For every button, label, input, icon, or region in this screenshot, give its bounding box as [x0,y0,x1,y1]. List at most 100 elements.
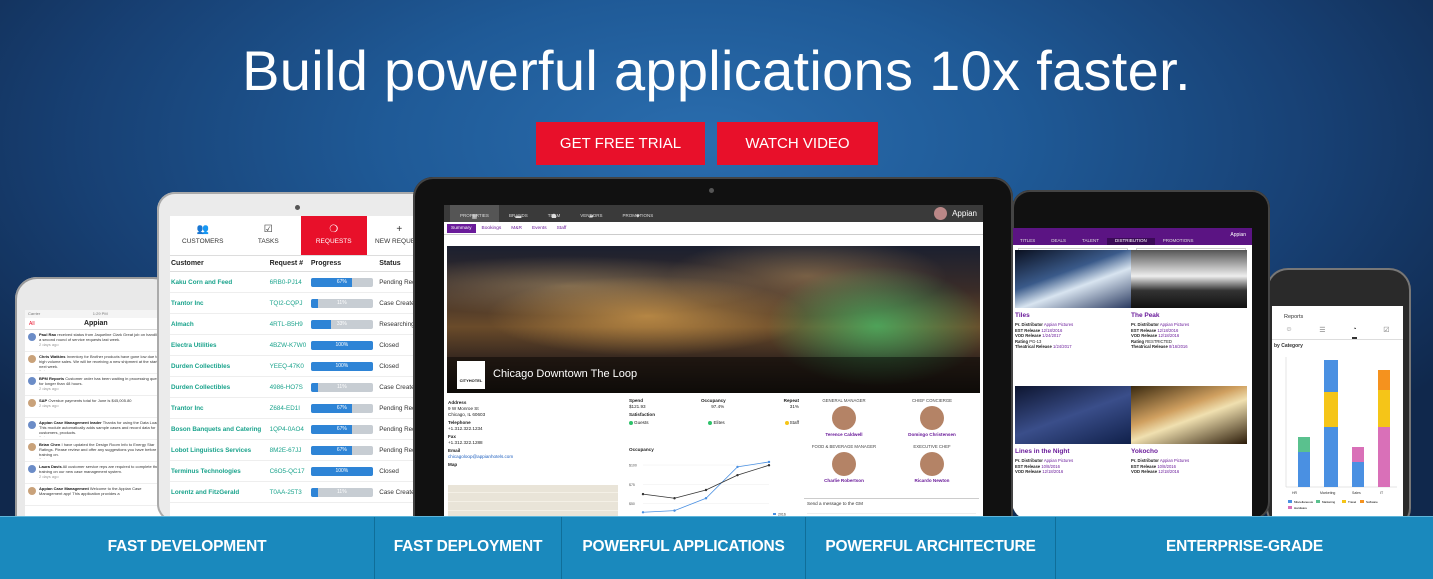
watch-video-button[interactable]: WATCH VIDEO [717,122,878,165]
feed-item[interactable]: Laura Davis All customer service reps ar… [25,462,167,484]
request-number-cell[interactable]: Z684-ED1I [268,397,310,419]
request-number-cell[interactable]: 4RTL-B5H9 [268,313,310,335]
category-label: Marketing [1320,491,1335,495]
movie-title[interactable]: Lines in the Night [1015,448,1070,455]
movie-title[interactable]: Yokocho [1131,448,1158,455]
request-number-cell[interactable]: 4BZW-K7W0 [268,334,310,356]
phone-brand: Appian [83,320,108,327]
feature-fast-development[interactable]: FAST DEVELOPMENT [0,517,375,579]
feed-item[interactable]: Appian Case Management leader Thanks for… [25,418,167,440]
data-point [704,488,708,492]
customer-cell: Kaku Corn and Feed [170,271,269,293]
meta-value: 10/8/2016 [1157,463,1176,469]
progress-cell: 67% [309,439,379,461]
tablet-right-screen: TITLES DEALS TALENT DISTRIBUTION PROMOTIONS … [1012,228,1252,520]
table-row[interactable]: Lobot Linguistics Services 8M2E-67JJ 67% Pe… [170,439,432,461]
movie-poster[interactable] [1131,386,1247,444]
table-row[interactable]: Kaku Corn and Feed 6RB0-PJ14 67% Pending Re… [170,271,432,293]
data-point [673,497,676,500]
team-icon: ☗ [551,214,557,220]
table-row[interactable]: Trantor Inc TQI2-CQPJ 11% Case Created [170,292,432,314]
avatar [28,333,36,341]
request-number-cell[interactable]: T0AA-25T3 [268,481,310,503]
movie-poster[interactable] [1131,250,1247,308]
tab-bookings[interactable]: Bookings [478,224,506,233]
feature-fast-deployment[interactable]: FAST DEPLOYMENT [375,517,562,579]
table-row[interactable]: Almach 4RTL-B5H9 33% Researching [170,313,432,335]
feed-item[interactable]: BPM Reports Customer order has been wait… [25,374,167,396]
address-line2: Chicago, IL 60603 [448,412,486,417]
feature-powerful-applications[interactable]: POWERFUL APPLICATIONS [562,517,806,579]
staff-card[interactable]: GENERAL MANAGER Terence Caldwell [804,398,884,437]
feed-item[interactable]: Chris Watkins Inventory for Brother prod… [25,352,167,374]
tab-events[interactable]: Events [528,224,551,233]
get-free-trial-button[interactable]: GET FREE TRIAL [536,122,705,165]
feature-powerful-architecture[interactable]: POWERFUL ARCHITECTURE [806,517,1056,579]
staff-name[interactable]: Ricardo Newton [892,478,972,483]
table-row[interactable]: Durden Collectibles YEEQ-47K0 100% Closed [170,355,432,377]
progress-label: 11% [337,488,347,495]
request-number-cell[interactable]: C6O5-QC17 [268,460,310,482]
list-icon[interactable]: ☰ [1319,326,1325,339]
user-avatar[interactable] [934,207,947,220]
staff-photo [832,452,856,476]
staff-card[interactable]: FOOD & BEVERAGE MANAGER Charlie Robertson [804,444,884,483]
people-icon[interactable]: ☺ [1285,326,1292,339]
tab-customers[interactable]: 👥 CUSTOMERS [170,216,236,255]
bar-segment [1298,452,1310,487]
request-number-cell[interactable]: 4986-HO7S [268,376,310,398]
staff-card[interactable]: EXECUTIVE CHEF Ricardo Newton [892,444,972,483]
feed-item[interactable]: SAP Overdue payments total for June is $… [25,396,167,418]
telephone-value: +1.312.322.1234 [448,426,483,431]
tab-requests[interactable]: ❍ REQUESTS [301,216,367,255]
bar-segment [1378,390,1390,427]
pie-chart-icon[interactable]: ◔ [1352,326,1357,339]
feed-item[interactable]: Appian Case Management Welcome to the Ap… [25,484,167,506]
staff-card[interactable]: CHIEF CONCIERGE Domingo Christensen [892,398,972,437]
nav-deals[interactable]: DEALS [1043,238,1074,245]
nav-vendors[interactable]: ▰ VENDORS [570,205,612,222]
nav-team[interactable]: ☗ TEAM [538,205,571,222]
all-filter-link[interactable]: All [29,321,35,327]
nav-brands[interactable]: ▬ BRANDS [499,205,538,222]
series-line-2015 [642,464,770,499]
carrier-label: Carrier [28,311,41,316]
table-row[interactable]: Electra Utilities 4BZW-K7W0 100% Closed [170,334,432,356]
table-row[interactable]: Durden Collectibles 4986-HO7S 11% Case Crea… [170,376,432,398]
table-row[interactable]: Trantor Inc Z684-ED1I 67% Pending Request [170,397,432,419]
email-link[interactable]: chicagoloop@appianhotels.com [448,454,623,460]
movie-poster[interactable] [1015,250,1131,308]
nav-distribution[interactable]: DISTRIBUTION [1106,238,1155,245]
tablet-right-device: TITLES DEALS TALENT DISTRIBUTION PROMOTIONS … [1012,190,1270,520]
table-row[interactable]: Boson Banquets and Catering 1QP4-0AO4 67% P… [170,418,432,440]
nav-promotions[interactable]: PROMOTIONS [1155,238,1202,245]
staff-name[interactable]: Terence Caldwell [804,432,884,437]
hotel-badge: CITYHOTEL [457,361,485,389]
feed-time: 2 days ago [39,369,164,371]
table-row[interactable]: Terminus Technologies C6O5-QC17 100% Closed [170,460,432,482]
request-number-cell[interactable]: YEEQ-47K0 [268,355,310,377]
customer-cell: Durden Collectibles [170,355,269,377]
request-number-cell[interactable]: TQI2-CQPJ [268,292,310,314]
staff-name[interactable]: Domingo Christensen [892,432,972,437]
table-row[interactable]: Lorentz and FitzGerald T0AA-25T3 11% Case C… [170,481,432,503]
movie-title[interactable]: Tiles [1015,312,1030,319]
customer-cell: Trantor Inc [170,397,269,419]
nav-properties[interactable]: ▦ PROPERTIES [450,205,499,222]
nav-promotions[interactable]: ✦ PROMOTIONS [612,205,663,222]
movie-title[interactable]: The Peak [1131,312,1160,319]
nav-talent[interactable]: TALENT [1074,238,1107,245]
tab-tasks[interactable]: ☑ TASKS [236,216,302,255]
feed-item[interactable]: Paul Rao received status from Jaqueline … [25,330,167,352]
nav-titles[interactable]: TITLES [1012,238,1043,245]
checklist-icon[interactable]: ☑ [1383,326,1389,339]
feature-enterprise-grade[interactable]: ENTERPRISE-GRADE [1056,517,1433,579]
request-number-cell[interactable]: 1QP4-0AO4 [268,418,310,440]
sat-guests: Guests [629,420,649,426]
series-line-2016 [642,461,770,513]
request-number-cell[interactable]: 8M2E-67JJ [268,439,310,461]
movie-poster[interactable] [1015,386,1131,444]
feed-item[interactable]: Brian Chen I have updated the Design Roo… [25,440,167,462]
request-number-cell[interactable]: 6RB0-PJ14 [268,271,310,293]
staff-name[interactable]: Charlie Robertson [804,478,884,483]
